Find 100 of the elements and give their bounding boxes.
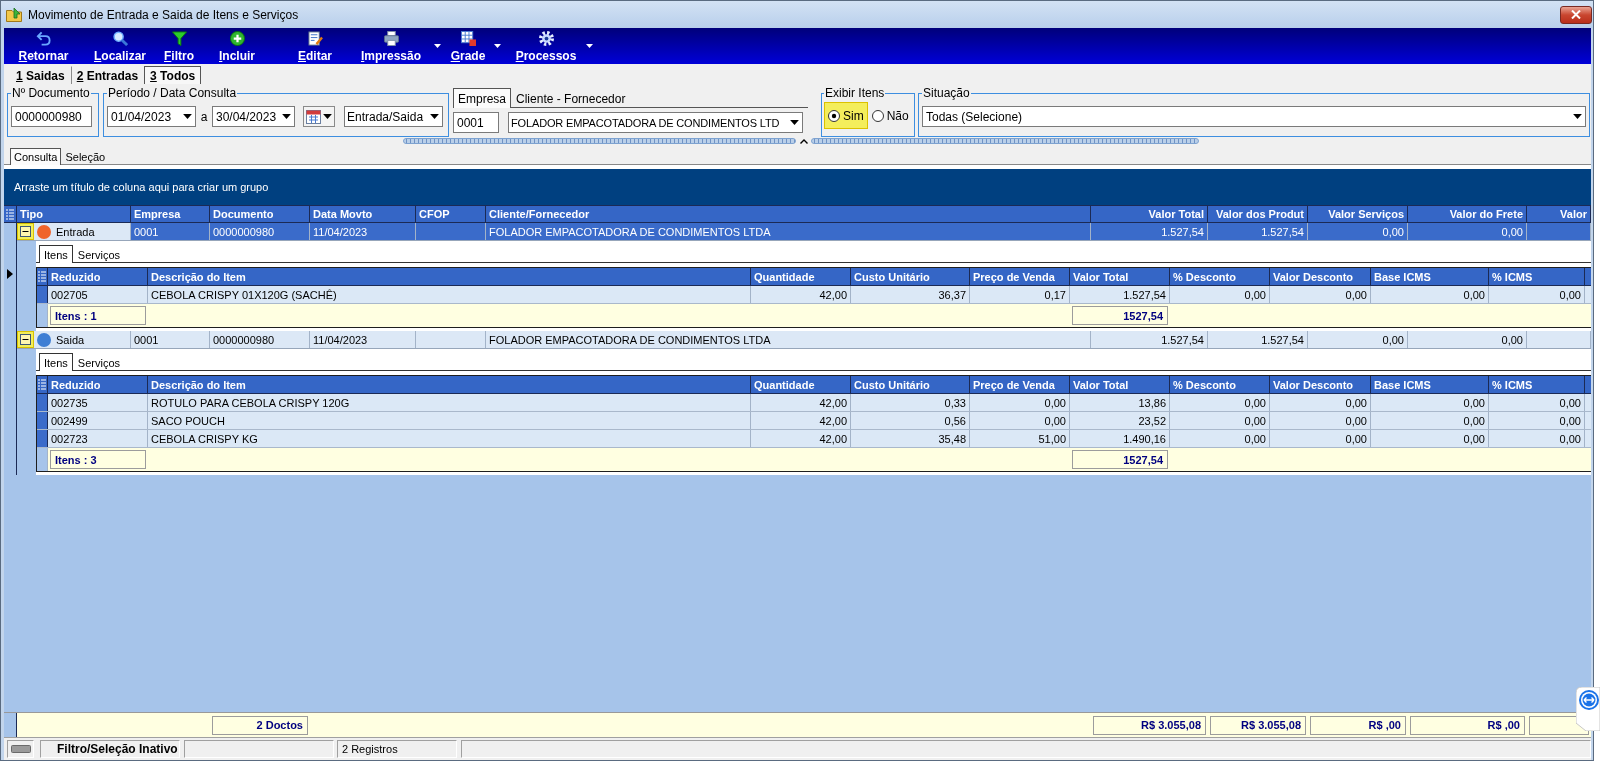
edit-icon [307, 31, 323, 46]
column-header[interactable]: Valor Serviços [1308, 206, 1408, 222]
toolbar-dropdown-button[interactable]: Processos [510, 28, 598, 64]
column-chooser-icon[interactable] [38, 271, 46, 282]
table-cell: 0001 [131, 331, 210, 348]
document-field[interactable]: 0000000980 [11, 106, 92, 127]
column-header[interactable]: Custo Unitário [851, 376, 970, 393]
collapse-button[interactable] [17, 223, 34, 240]
table-row[interactable]: 002723 CEBOLA CRISPY KG 42,00 35,48 51,00 1.490,16 0,00 0,00 0,00 0,00 [37, 430, 1591, 448]
tab[interactable]: Itens [39, 353, 73, 371]
row-indicator[interactable] [37, 394, 48, 411]
column-chooser-icon[interactable] [6, 208, 14, 220]
company-dropdown[interactable]: FOLADOR EMPACOTADORA DE CONDIMENTOS LTD [508, 112, 803, 133]
column-header[interactable]: Base ICMS [1371, 376, 1489, 393]
column-header[interactable]: % Desconto [1170, 376, 1270, 393]
table-row[interactable]: 002735 ROTULO PARA CEBOLA CRISPY 120G 42,00 0,33 0,00 13,86 0,00 0,00 0,00 0,00 [37, 394, 1591, 412]
table-cell: 002499 [48, 412, 148, 429]
tab[interactable]: Empresa [453, 88, 512, 108]
column-header[interactable]: Tipo [17, 206, 131, 222]
column-header[interactable]: Reduzido [48, 376, 148, 393]
column-header[interactable]: Custo Unitário [851, 268, 970, 285]
toolbar-button[interactable]: Retornar [10, 28, 77, 64]
column-header[interactable]: Base ICMS [1371, 268, 1489, 285]
column-header[interactable]: Quantidade [751, 268, 851, 285]
radio-icon[interactable] [828, 109, 840, 122]
caret-up-icon[interactable] [800, 138, 808, 144]
column-header[interactable]: Valor Total [1091, 206, 1208, 222]
column-header[interactable]: Quantidade [751, 376, 851, 393]
column-header[interactable]: Valor Desconto [1270, 376, 1371, 393]
tab[interactable]: Consulta [10, 148, 62, 165]
type-label: Saida [56, 333, 85, 346]
table-row[interactable]: 002705 CEBOLA CRISPY 01X120G (SACHÊ) 42,00 36,37 0,17 1.527,54 0,00 0,00 0,00 0,00 [37, 286, 1591, 304]
calendar-icon [306, 109, 321, 124]
table-cell: FOLADOR EMPACOTADORA DE CONDIMENTOS LTDA [486, 331, 1091, 348]
column-header[interactable]: Valor do Frete [1408, 206, 1527, 222]
table-cell: 42,00 [751, 394, 851, 411]
column-chooser-icon[interactable] [38, 379, 46, 390]
column-header[interactable]: % Desconto [1170, 268, 1270, 285]
table-cell: 0,56 [851, 412, 970, 429]
toolbar-button[interactable]: Localizar [86, 28, 154, 64]
toolbar-dropdown-button[interactable]: Impressão [352, 28, 446, 64]
column-header[interactable]: Preço de Venda [970, 268, 1070, 285]
toolbar-button[interactable]: Filtro [158, 28, 200, 64]
row-indicator[interactable] [37, 412, 48, 429]
date-field[interactable]: 30/04/2023 [212, 106, 295, 127]
table-cell: 11/04/2023 [310, 331, 416, 348]
table-cell: 42,00 [751, 286, 851, 303]
tab[interactable]: Serviços [72, 353, 126, 371]
column-header[interactable]: Preço de Venda [970, 376, 1070, 393]
table-row[interactable]: 002499 SACO POUCH 42,00 0,56 0,00 23,52 0,00 0,00 0,00 0,00 [37, 412, 1591, 430]
double-arrow-icon[interactable] [1576, 687, 1600, 731]
column-header[interactable]: Cliente/Fornecedor [486, 206, 1091, 222]
table-cell: 42,00 [751, 412, 851, 429]
column-header[interactable]: CFOP [416, 206, 486, 222]
splitter-grip[interactable] [403, 138, 796, 144]
summary-cell: R$ ,00 [1410, 715, 1525, 735]
tab[interactable]: 3 Todos [144, 66, 202, 84]
row-indicator[interactable] [37, 430, 48, 447]
splitter-grip[interactable] [811, 138, 1199, 144]
column-header[interactable]: Documento [210, 206, 310, 222]
situation-dropdown[interactable]: Todas (Selecione) [922, 106, 1586, 127]
table-cell: 0,00 [970, 394, 1070, 411]
date-field[interactable]: 01/04/2023 [107, 106, 196, 127]
column-header[interactable]: Valor [1527, 206, 1591, 222]
column-header[interactable]: Data Movto [310, 206, 416, 222]
table-cell: 0,00 [1371, 286, 1489, 303]
close-button[interactable] [1560, 5, 1592, 24]
row-indicator[interactable] [37, 286, 48, 303]
toolbar-dropdown-button[interactable]: Grade [446, 28, 506, 64]
tab[interactable]: Serviços [72, 245, 126, 263]
table-cell: 51,00 [970, 430, 1070, 447]
record-count: 2 Registros [337, 740, 457, 758]
calendar-button[interactable] [303, 106, 335, 127]
radio-icon[interactable] [871, 109, 884, 122]
tab[interactable]: Itens [39, 245, 73, 263]
column-header[interactable]: Empresa [131, 206, 210, 222]
caret-icon [430, 114, 439, 119]
column-header[interactable]: % ICMS [1489, 376, 1585, 393]
company-code-field[interactable]: 0001 [453, 112, 499, 133]
toolbar-button[interactable]: Editar [285, 28, 345, 64]
tab[interactable]: 1 Saidas [10, 66, 71, 84]
collapse-button[interactable] [17, 331, 34, 348]
table-row[interactable]: Saida 0001 0000000980 11/04/2023 FOLADOR EMPACOTADORA DE CONDIMENTOS LTDA 1.527,54 1.527,54 0,00 0,00 [17, 331, 1591, 349]
column-header[interactable]: Valor dos Produt [1208, 206, 1308, 222]
column-header[interactable]: Valor Total [1070, 376, 1170, 393]
radio-option[interactable]: Sim [824, 102, 868, 129]
column-header[interactable]: Descrição do Item [148, 376, 751, 393]
table-row[interactable]: Entrada 0001 0000000980 11/04/2023 FOLADOR EMPACOTADORA DE CONDIMENTOS LTDA 1.527,54 1.527,54 0,00 0,00 [17, 223, 1591, 241]
summary-cell: R$ ,00 [1310, 715, 1406, 735]
column-header[interactable]: Valor Desconto [1270, 268, 1371, 285]
column-header[interactable]: Descrição do Item [148, 268, 751, 285]
column-header[interactable]: Valor Total [1070, 268, 1170, 285]
toolbar-button[interactable]: Incluir [210, 28, 264, 64]
radio-option[interactable]: Não [867, 102, 913, 129]
table-cell: SACO POUCH [148, 412, 751, 429]
tab[interactable]: Seleção [61, 148, 110, 165]
movement-dropdown[interactable]: Entrada/Saida [344, 106, 443, 127]
column-header[interactable]: % ICMS [1489, 268, 1585, 285]
column-header[interactable]: Reduzido [48, 268, 148, 285]
tab[interactable]: Cliente - Fornecedor [511, 89, 631, 108]
